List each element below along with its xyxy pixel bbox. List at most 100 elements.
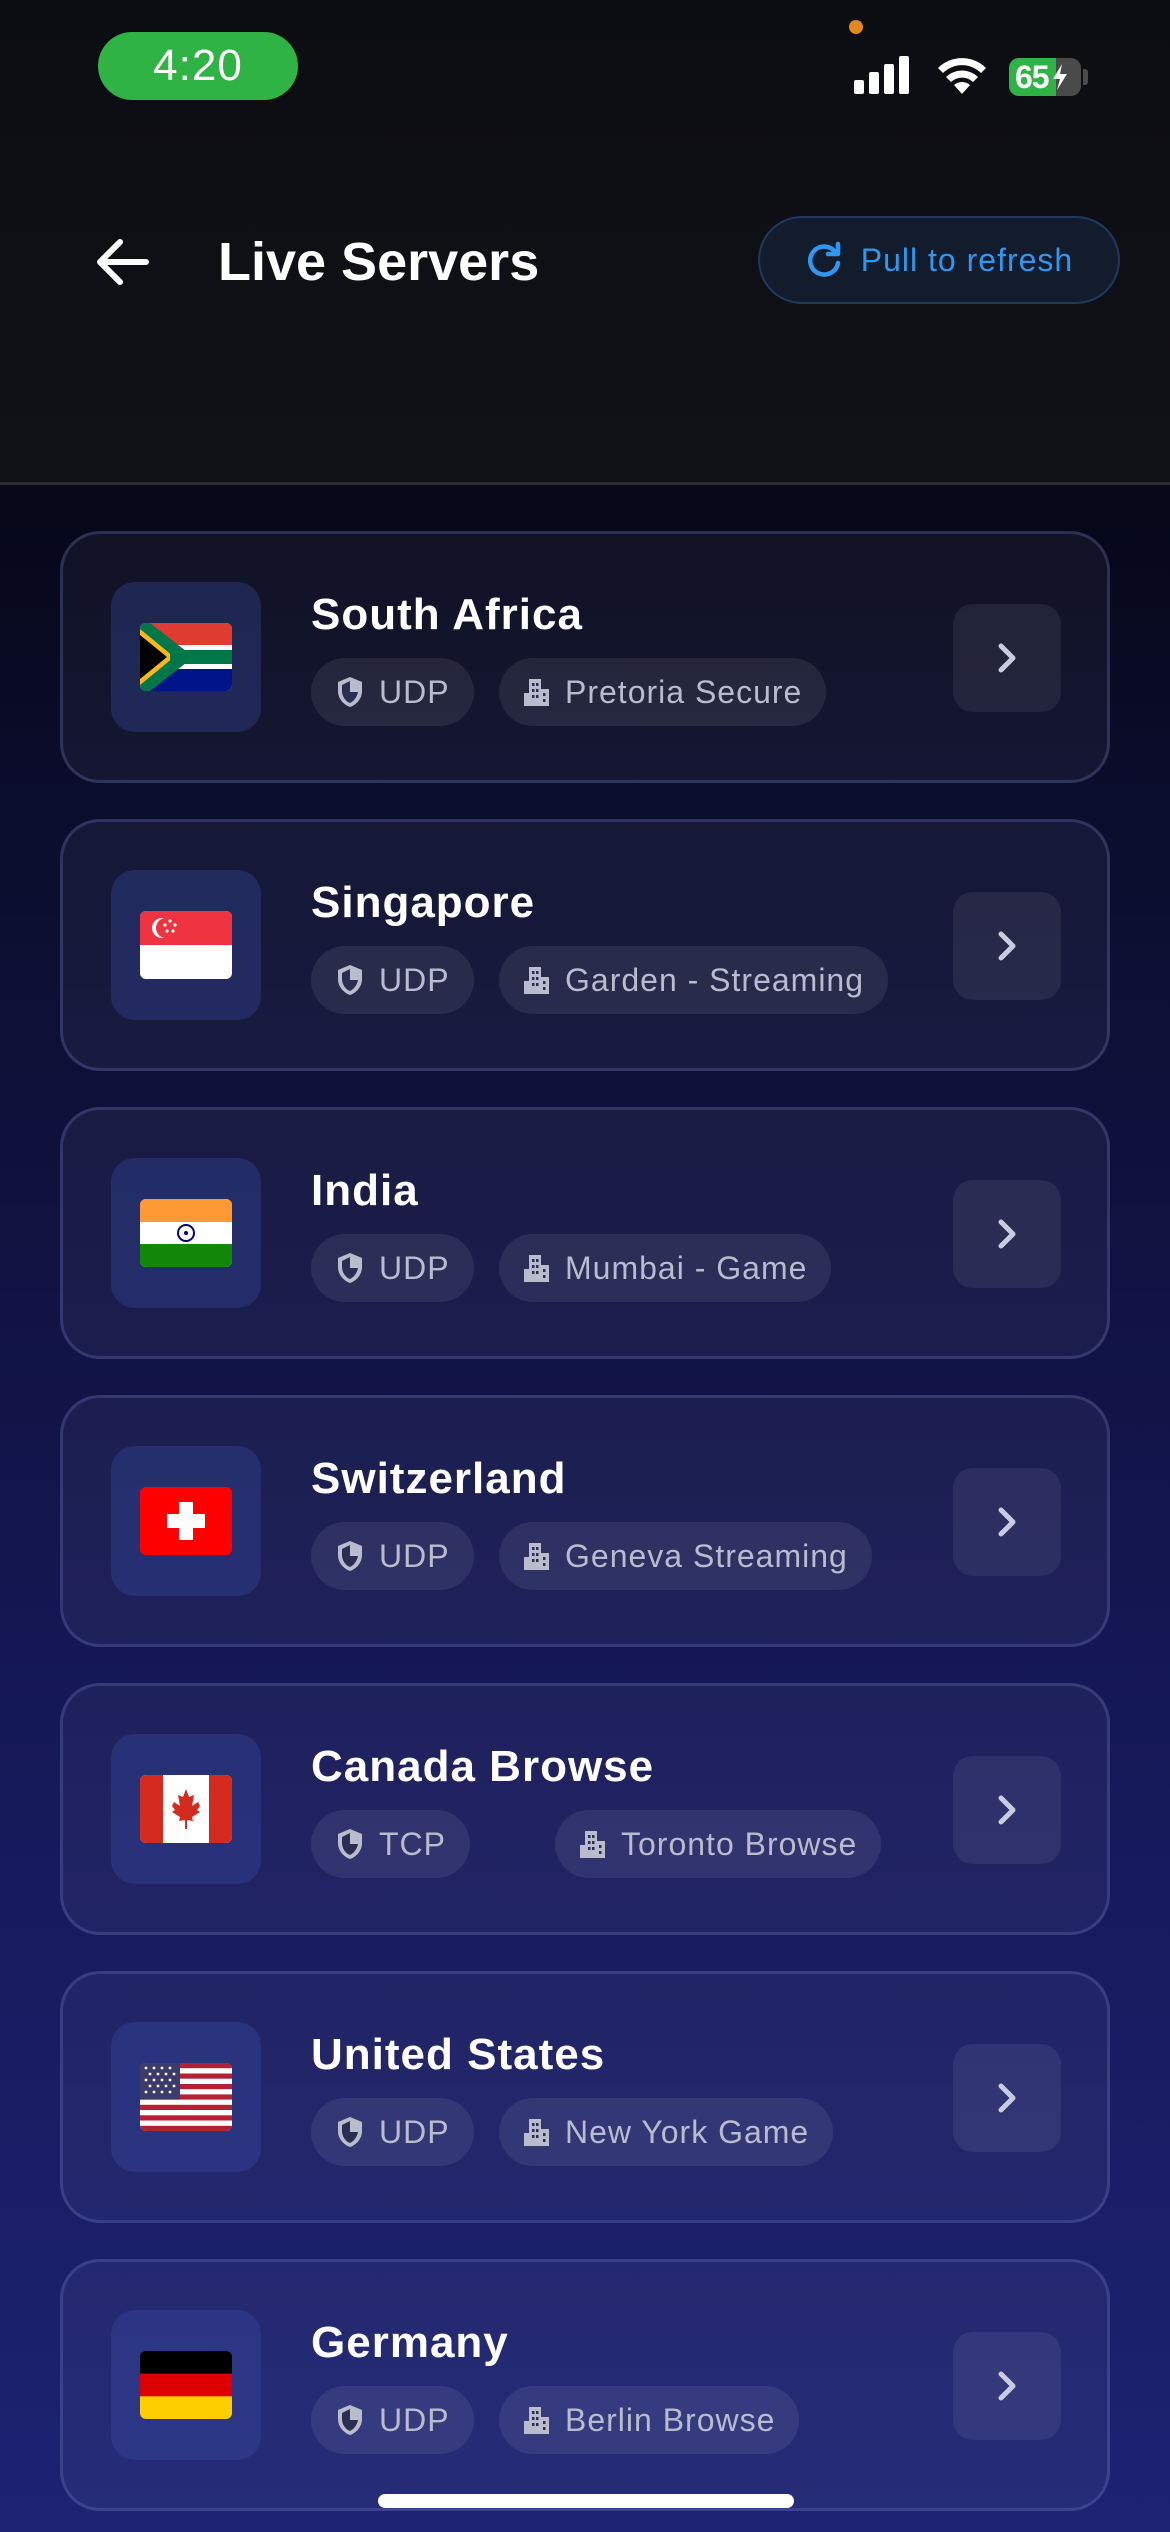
protocol-chip: UDP [311, 2386, 474, 2454]
pull-to-refresh-button[interactable]: Pull to refresh [758, 216, 1120, 304]
flag-container [111, 582, 261, 732]
server-card-ch[interactable]: Switzerland UDP Geneva Streaming [60, 1395, 1110, 1647]
protocol-label: UDP [379, 673, 450, 710]
location-chip: New York Game [499, 2098, 834, 2166]
open-server-button[interactable] [953, 604, 1061, 712]
open-server-button[interactable] [953, 2332, 1061, 2440]
location-label: Garden - Streaming [565, 961, 865, 998]
protocol-label: UDP [379, 1537, 450, 1574]
home-indicator[interactable] [378, 2494, 794, 2508]
server-card-za[interactable]: South Africa UDP Pretoria Secure [60, 531, 1110, 783]
privacy-indicator-dot [849, 20, 863, 34]
chevron-right-icon [998, 1795, 1016, 1825]
building-icon [524, 967, 549, 994]
chevron-right-icon [998, 643, 1016, 673]
arrow-left-icon [97, 239, 149, 285]
server-country: Switzerland [311, 1454, 567, 1503]
server-card-us[interactable]: United States UDP New York Game [60, 1971, 1110, 2223]
chevron-right-icon [998, 2371, 1016, 2401]
server-country: Germany [311, 2318, 509, 2367]
building-icon [524, 2407, 549, 2434]
open-server-button[interactable] [953, 1468, 1061, 1576]
chevron-right-icon [998, 2083, 1016, 2113]
flag-container [111, 1158, 261, 1308]
refresh-label: Pull to refresh [860, 241, 1074, 278]
shield-icon [338, 1541, 362, 1571]
protocol-chip: UDP [311, 946, 474, 1014]
protocol-label: UDP [379, 2113, 450, 2150]
location-chip: Pretoria Secure [499, 658, 827, 726]
protocol-label: TCP [379, 1825, 446, 1862]
shield-icon [338, 1829, 362, 1859]
flag-ca-icon [140, 1775, 232, 1843]
protocol-chip: UDP [311, 1522, 474, 1590]
flag-container [111, 1446, 261, 1596]
status-time: 4:20 [153, 41, 243, 90]
server-country: Singapore [311, 878, 536, 927]
open-server-button[interactable] [953, 1180, 1061, 1288]
protocol-chip: UDP [311, 658, 474, 726]
server-card-sg[interactable]: Singapore UDP Garden - Streaming [60, 819, 1110, 1071]
shield-icon [338, 965, 362, 995]
flag-de-icon [140, 2351, 232, 2419]
location-chip: Toronto Browse [555, 1810, 882, 1878]
server-country: South Africa [311, 590, 583, 639]
server-country: India [311, 1166, 419, 1215]
protocol-label: UDP [379, 961, 450, 998]
protocol-label: UDP [379, 2401, 450, 2438]
status-time-pill[interactable]: 4:20 [98, 32, 298, 100]
location-label: Toronto Browse [621, 1825, 858, 1862]
location-chip: Geneva Streaming [499, 1522, 872, 1590]
chevron-right-icon [998, 1507, 1016, 1537]
back-button[interactable] [90, 230, 154, 294]
refresh-icon [807, 241, 841, 277]
location-label: Geneva Streaming [565, 1537, 848, 1574]
flag-in-icon [140, 1199, 232, 1267]
server-country: United States [311, 2030, 606, 2079]
server-card-ca[interactable]: Canada Browse TCP Toronto Browse [60, 1683, 1110, 1935]
chevron-right-icon [998, 931, 1016, 961]
location-chip: Garden - Streaming [499, 946, 889, 1014]
location-chip: Mumbai - Game [499, 1234, 832, 1302]
battery-level: 65 [1015, 58, 1050, 95]
shield-icon [338, 2405, 362, 2435]
location-label: Mumbai - Game [565, 1249, 808, 1286]
server-card-in[interactable]: India UDP Mumbai - Game [60, 1107, 1110, 1359]
battery-icon: 65 [1009, 58, 1081, 96]
building-icon [524, 679, 549, 706]
building-icon [524, 1255, 549, 1282]
flag-za-icon [140, 623, 232, 691]
server-country: Canada Browse [311, 1742, 655, 1791]
open-server-button[interactable] [953, 1756, 1061, 1864]
battery-nub [1083, 69, 1088, 85]
protocol-chip: UDP [311, 2098, 474, 2166]
protocol-label: UDP [379, 1249, 450, 1286]
open-server-button[interactable] [953, 2044, 1061, 2152]
charging-bolt-icon [1052, 64, 1067, 90]
location-chip: Berlin Browse [499, 2386, 800, 2454]
protocol-chip: UDP [311, 1234, 474, 1302]
flag-container [111, 2310, 261, 2460]
shield-icon [338, 677, 362, 707]
app-screen: 4:20 65 Live Servers Pull to refresh Sou… [0, 0, 1170, 2532]
open-server-button[interactable] [953, 892, 1061, 1000]
flag-ch-icon [140, 1487, 232, 1555]
wifi-icon [938, 58, 986, 94]
header-divider [0, 482, 1170, 485]
building-icon [580, 1831, 605, 1858]
location-label: Pretoria Secure [565, 673, 803, 710]
location-label: Berlin Browse [565, 2401, 776, 2438]
chevron-right-icon [998, 1219, 1016, 1249]
flag-sg-icon [140, 911, 232, 979]
flag-container [111, 2022, 261, 2172]
flag-container [111, 870, 261, 1020]
building-icon [524, 2119, 549, 2146]
flag-container [111, 1734, 261, 1884]
cellular-signal-icon [854, 56, 909, 94]
page-title: Live Servers [218, 232, 540, 292]
building-icon [524, 1543, 549, 1570]
protocol-chip: TCP [311, 1810, 470, 1878]
flag-us-icon [140, 2063, 232, 2131]
server-card-de[interactable]: Germany UDP Berlin Browse [60, 2259, 1110, 2511]
location-label: New York Game [565, 2113, 810, 2150]
